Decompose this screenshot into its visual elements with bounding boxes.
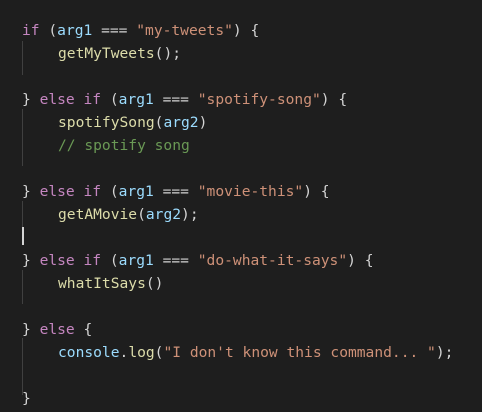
code-line[interactable] <box>0 65 482 88</box>
code-token: arg2 <box>163 114 199 131</box>
code-token: === <box>153 252 198 269</box>
code-token: } <box>22 252 40 269</box>
code-token: spotifySong <box>58 114 155 131</box>
code-token: . <box>119 344 129 361</box>
code-token: } <box>22 183 40 200</box>
code-token: "spotify-song" <box>197 91 321 108</box>
code-line[interactable]: getAMovie(arg2); <box>0 203 482 226</box>
code-token: ) <box>198 114 208 131</box>
code-editor[interactable]: if (arg1 === "my-tweets") {getMyTweets()… <box>0 0 482 412</box>
code-token: === <box>153 91 198 108</box>
code-token: getAMovie <box>58 206 138 223</box>
code-token: getMyTweets <box>58 45 155 62</box>
code-token: whatItSays <box>58 275 146 292</box>
code-token: ( <box>39 22 58 39</box>
code-token: ( <box>137 206 146 223</box>
code-token: arg1 <box>118 183 154 200</box>
code-line[interactable]: console.log("I don't know this command..… <box>0 341 482 364</box>
code-token: // spotify song <box>58 137 190 154</box>
code-line[interactable]: } else if (arg1 === "spotify-song") { <box>0 88 482 111</box>
code-token: ); <box>181 206 199 223</box>
code-token: "I don't know this command... " <box>163 344 436 361</box>
code-line[interactable]: // spotify song <box>0 134 482 157</box>
code-token: (); <box>154 45 182 62</box>
code-token: { <box>74 321 93 338</box>
code-line[interactable]: } else if (arg1 === "do-what-it-says") { <box>0 249 482 272</box>
code-token: "do-what-it-says" <box>197 252 348 269</box>
code-token: log <box>128 344 155 361</box>
code-token: () <box>145 275 164 292</box>
code-line[interactable]: } else { <box>0 318 482 341</box>
code-token: === <box>92 22 137 39</box>
code-token: "movie-this" <box>197 183 304 200</box>
code-token: if <box>22 22 40 39</box>
code-line[interactable] <box>0 226 482 249</box>
code-line[interactable] <box>0 295 482 318</box>
code-token: } <box>22 91 40 108</box>
code-token: } <box>22 321 40 338</box>
code-token: } <box>22 390 31 407</box>
code-line[interactable]: } <box>0 387 482 410</box>
code-token: "my-tweets" <box>136 22 233 39</box>
code-token: ( <box>101 183 119 200</box>
code-line[interactable]: spotifySong(arg2) <box>0 111 482 134</box>
code-token: ); <box>435 344 454 361</box>
code-token: ) { <box>320 91 348 108</box>
code-token: else if <box>39 183 102 200</box>
code-token: else <box>39 321 75 338</box>
code-line[interactable]: if (arg1 === "my-tweets") { <box>0 19 482 42</box>
code-token: console <box>58 344 120 361</box>
code-token: ) { <box>303 183 330 200</box>
code-line[interactable] <box>0 157 482 180</box>
code-token: === <box>153 183 198 200</box>
code-token: arg1 <box>118 91 154 108</box>
code-token: ) { <box>232 22 260 39</box>
code-token: arg1 <box>118 252 154 269</box>
code-line[interactable]: whatItSays() <box>0 272 482 295</box>
code-token: ) { <box>347 252 374 269</box>
code-token: ( <box>101 91 119 108</box>
code-token: else if <box>39 91 102 108</box>
code-line[interactable]: getMyTweets(); <box>0 42 482 65</box>
code-line[interactable] <box>0 364 482 387</box>
code-token: else if <box>39 252 102 269</box>
code-token: ( <box>101 252 119 269</box>
code-line[interactable]: } else if (arg1 === "movie-this") { <box>0 180 482 203</box>
code-token: arg1 <box>57 22 93 39</box>
code-token: arg2 <box>145 206 182 223</box>
